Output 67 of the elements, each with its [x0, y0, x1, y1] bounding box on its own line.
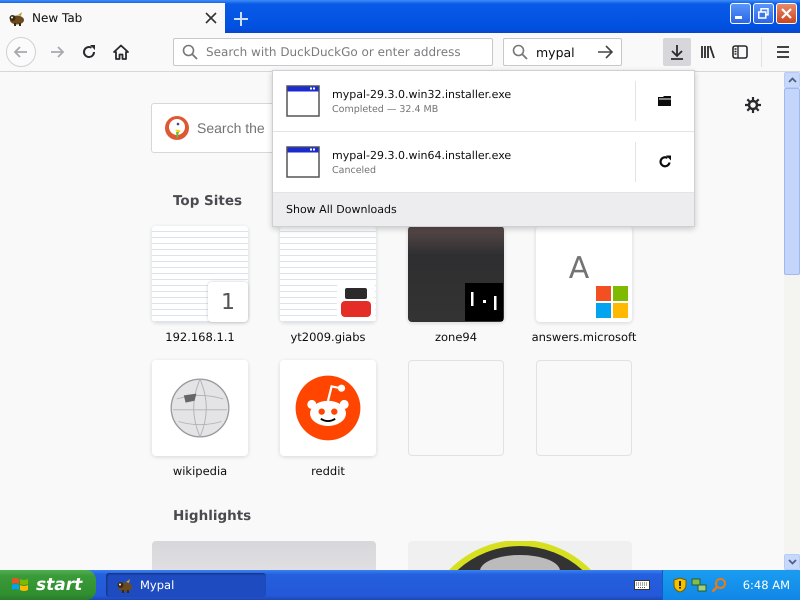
- section-heading: Highlights: [173, 508, 252, 524]
- restore-button[interactable]: [753, 3, 774, 24]
- site-label[interactable]: yt2009.giabs: [290, 330, 366, 344]
- chevron-down-icon: [788, 559, 796, 565]
- section-heading: Top Sites: [173, 193, 242, 209]
- search-icon: [182, 44, 198, 60]
- taskbar-button[interactable]: Mypal: [106, 573, 266, 597]
- clock-time: 6:48 AM: [742, 578, 790, 592]
- site-tile[interactable]: [408, 226, 504, 322]
- site-label[interactable]: reddit: [311, 464, 345, 478]
- close-button[interactable]: [776, 3, 797, 24]
- site-tile[interactable]: [280, 360, 376, 456]
- download-arrow-button[interactable]: [663, 38, 691, 66]
- web-search-field[interactable]: Search the: [151, 103, 272, 153]
- app-logo-icon: [116, 576, 134, 594]
- pong-game-icon: [464, 282, 504, 322]
- menu-icon: [774, 43, 792, 61]
- shield-icon[interactable]: [672, 577, 687, 593]
- close-icon[interactable]: [205, 12, 217, 24]
- download-item[interactable]: mypal-29.3.0.win32.installer.exe Completed — 32.4 MB: [273, 71, 694, 132]
- minimize-button[interactable]: [730, 3, 751, 24]
- tile-letter: A: [568, 250, 590, 286]
- settings-button[interactable]: [744, 96, 762, 114]
- address-field[interactable]: Search with DuckDuckGo or enter address: [173, 38, 493, 66]
- settings-icon: [744, 96, 762, 114]
- program-window-icon: [286, 84, 320, 118]
- scroll-thumb[interactable]: [784, 88, 800, 275]
- site-tile[interactable]: [280, 226, 376, 322]
- scroll-down-button[interactable]: [784, 554, 800, 570]
- search-icon: [512, 44, 528, 60]
- tile-badge: 1: [208, 282, 248, 322]
- file-name: mypal-29.3.0.win32.installer.exe: [332, 88, 512, 100]
- app-logo-icon: [8, 10, 26, 26]
- browser-tab[interactable]: New Tab: [0, 3, 225, 33]
- reload-icon: [80, 43, 98, 61]
- show-all-downloads-button[interactable]: Show All Downloads: [273, 193, 694, 226]
- site-label[interactable]: 192.168.1.1: [165, 330, 235, 344]
- sidebar-icon: [731, 43, 749, 61]
- restore-icon: [758, 8, 769, 19]
- arrow-right-icon[interactable]: [597, 44, 613, 60]
- file-name: mypal-29.3.0.win64.installer.exe: [332, 148, 512, 162]
- new-tab-button[interactable]: [231, 9, 251, 29]
- folder-icon: [658, 95, 672, 107]
- site-label[interactable]: zone94: [434, 330, 478, 344]
- download-status: Completed — 32.4 MB: [332, 104, 440, 114]
- scroll-up-button[interactable]: [784, 72, 800, 88]
- chevron-up-icon: [788, 77, 796, 83]
- network-icon[interactable]: [690, 577, 707, 593]
- close-icon: [781, 8, 792, 19]
- download-status: Canceled: [332, 164, 378, 176]
- keyboard-icon[interactable]: [634, 579, 650, 591]
- search-field[interactable]: mypal: [503, 38, 622, 66]
- program-window-icon: [286, 145, 320, 179]
- retry-icon: [658, 155, 672, 169]
- library-icon: [699, 43, 717, 61]
- scrollbar[interactable]: [784, 72, 800, 570]
- site-label[interactable]: answers.microsoft: [532, 330, 636, 344]
- tab-title: New Tab: [32, 11, 84, 25]
- site-tile[interactable]: [152, 360, 248, 456]
- start-button[interactable]: start: [0, 570, 96, 600]
- site-label[interactable]: wikipedia: [172, 464, 228, 478]
- site-tile[interactable]: 1: [152, 226, 248, 322]
- home-icon: [112, 43, 130, 61]
- site-tile[interactable]: A: [536, 226, 632, 322]
- minimize-icon: [735, 16, 742, 19]
- plus-icon: [233, 11, 249, 27]
- download-arrow-icon: [668, 43, 686, 61]
